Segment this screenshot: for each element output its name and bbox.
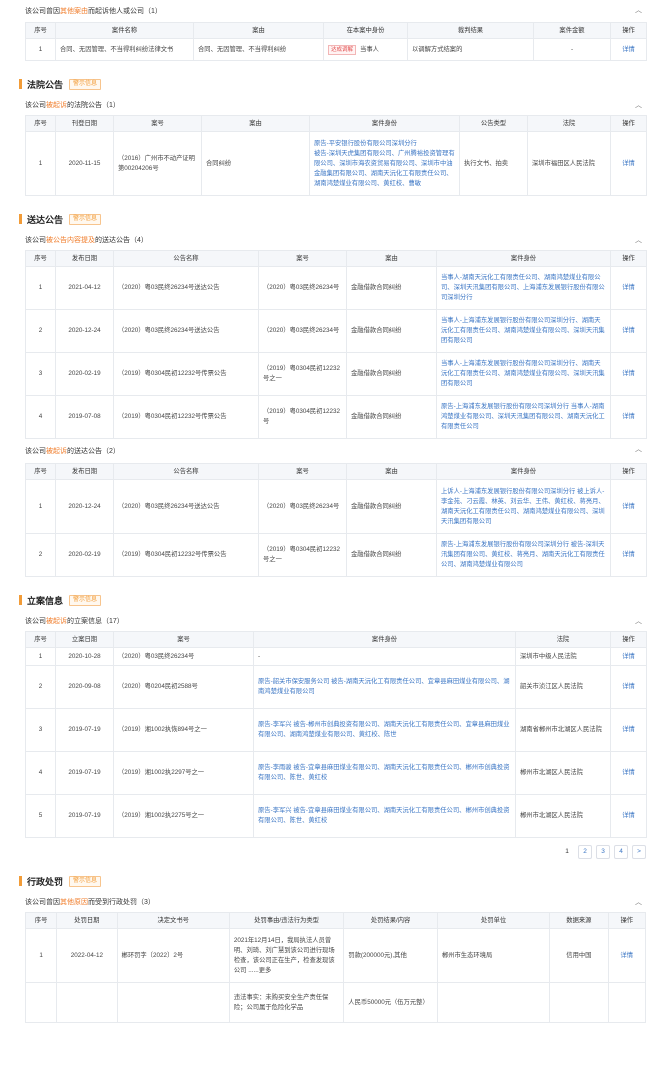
court-notice-table: 序号 刊登日期 案号 案由 案件身份 公告类型 法院 操作 1 2020-11-15 （201…: [25, 115, 647, 196]
detail-link[interactable]: 详情: [607, 928, 646, 983]
table-header-row: 序号 案件名称 案由 在本案中身份 裁判结果 案件金额 操作: [25, 22, 647, 39]
collapse-caret-icon[interactable]: ︿: [635, 5, 642, 15]
detail-link[interactable]: 详情: [610, 131, 647, 196]
table-header-row: 序号 立案日期 案号 案件身份 法院 操作: [25, 631, 647, 648]
table-row: 4 2019-07-08 （2019）粤0304民初12232号传票公告 （2019）…: [25, 395, 647, 439]
table-header-row: 序号 处罚日期 决定文书号 处罚事由/违法行为类型 处罚结果/内容 处罚单位 数据来源 操作: [24, 912, 646, 929]
filing-table: 序号 立案日期 案号 案件身份 法院 操作 1 2020-10-28 （2020）粤03民终2…: [25, 631, 647, 838]
pagination: 1 2 3 4 >: [0, 838, 660, 866]
detail-link[interactable]: 详情: [610, 665, 647, 709]
detail-link[interactable]: 详情: [610, 647, 647, 666]
warning-tag: 警示信息: [69, 213, 102, 225]
collapse-caret-icon[interactable]: ︿: [635, 616, 642, 626]
table-row: 1 2022-04-12 郴环罚字〔2022〕2号 2021年12月14日，我局执法人…: [24, 928, 646, 983]
table-row: 1 2020-10-28 （2020）粤03民终26234号 - 深圳市中级人民法院 详情: [25, 647, 647, 666]
section-admin-penalty: 行政处罚 警示信息: [0, 870, 660, 892]
admin-penalty-table: 序号 处罚日期 决定文书号 处罚事由/违法行为类型 处罚结果/内容 处罚单位 数据来源 操作 …: [24, 912, 646, 1023]
table-row: 2 2020-02-19 （2019）粤0304民初12232号传票公告 （2019）…: [25, 533, 647, 577]
detail-link[interactable]: 详情: [610, 794, 647, 838]
collapse-caret-icon[interactable]: ︿: [635, 444, 642, 454]
section-court-notice: 法院公告 警示信息: [0, 73, 660, 95]
warning-tag: 警示信息: [69, 594, 102, 606]
detail-link[interactable]: 详情: [610, 266, 647, 310]
warning-tag: 警示信息: [69, 78, 102, 90]
page: 该公司曾因 其他案由 而起诉他人或公司（1） ︿ 序号 案件名称 案由 在本案中身份 裁判结…: [0, 0, 660, 1023]
admin-penalty-subhead: 该公司曾因 其他原因 而受到行政处罚（3） ︿: [25, 897, 642, 907]
detail-link[interactable]: 详情: [610, 751, 647, 795]
detail-link[interactable]: 详情: [610, 395, 647, 439]
collapse-caret-icon[interactable]: ︿: [635, 100, 642, 110]
table-header-row: 序号 刊登日期 案号 案由 案件身份 公告类型 法院 操作: [25, 115, 647, 132]
detail-link[interactable]: 详情: [610, 533, 647, 577]
table-row: 1 2021-04-12 （2020）粤03民终26234号送达公告 （2020）粤0…: [25, 266, 647, 310]
detail-link[interactable]: 详情: [610, 708, 647, 752]
collapse-caret-icon[interactable]: ︿: [635, 235, 642, 245]
table-row: 1 合同、无因管理、不当得利纠纷法律文书 合同、无因管理、不当得利纠纷 达成调解…: [25, 38, 647, 61]
detail-link[interactable]: 详情: [610, 479, 647, 534]
section-filing: 立案信息 警示信息: [0, 589, 660, 611]
table-row: 3 2020-02-19 （2019）粤0304民初12232号传票公告 （2019）…: [25, 352, 647, 396]
detail-link[interactable]: 详情: [610, 38, 647, 61]
page-1[interactable]: 1: [560, 845, 574, 859]
table-row: 5 2019-07-19 （2019）湘1002执2275号之一 原告-李军兴 被告-…: [25, 794, 647, 838]
table-row: 3 2019-07-19 （2019）湘1002执恢894号之一 原告-李军兴 被告-…: [25, 708, 647, 752]
table-header-row: 序号 发布日期 公告名称 案号 案由 案件身份 操作: [25, 463, 647, 480]
service-notice-subhead-2: 该公司 被起诉 的送达公告（2） ︿: [25, 444, 642, 455]
service-notice-subhead-1: 该公司 被公告内容提及 的送达公告（4） ︿: [25, 235, 642, 245]
page-4[interactable]: 4: [614, 845, 628, 859]
detail-link[interactable]: 详情: [610, 309, 647, 353]
section-service-notice: 送达公告 警示信息: [0, 208, 660, 230]
filing-subhead: 该公司 被起诉 的立案信息（17） ︿: [25, 616, 642, 626]
court-notice-subhead: 该公司 被起诉 的法院公告（1） ︿: [25, 100, 642, 110]
table-row: 4 2019-07-19 （2019）湘1002执2297号之一 原告-李雨骏 被告-…: [25, 751, 647, 795]
table-row: 违法事实：未购买安全生产责任保险；公司属于危险化学品 人民币50000元（伍万元整…: [24, 982, 646, 1023]
table-row: 2 2020-09-08 （2020）粤0204民初2588号 原告-韶关市保安服务公…: [25, 665, 647, 709]
service-notice-table-2: 序号 发布日期 公告名称 案号 案由 案件身份 操作 1 2020-12-24 （2020）粤0…: [25, 463, 647, 577]
warning-tag: 警示信息: [69, 875, 102, 887]
next-page-icon[interactable]: >: [632, 845, 646, 859]
detail-link[interactable]: 详情: [610, 352, 647, 396]
table-header-row: 序号 发布日期 公告名称 案号 案由 案件身份 操作: [25, 250, 647, 267]
page-3[interactable]: 3: [596, 845, 610, 859]
table-row: 1 2020-12-24 （2020）粤03民终26234号送达公告 （2020）粤0…: [25, 479, 647, 534]
lawsuit-others-subhead: 该公司曾因 其他案由 而起诉他人或公司（1） ︿: [25, 5, 642, 15]
lawsuit-others-table: 序号 案件名称 案由 在本案中身份 裁判结果 案件金额 操作 1 合同、无因管理、不当得利纠…: [25, 22, 647, 61]
table-row: 2 2020-12-24 （2020）粤03民终26234号送达公告 （2020）粤0…: [25, 309, 647, 353]
service-notice-table-1: 序号 发布日期 公告名称 案号 案由 案件身份 操作 1 2021-04-12 （2020）粤0…: [25, 250, 647, 439]
collapse-caret-icon[interactable]: ︿: [635, 897, 642, 907]
page-2[interactable]: 2: [578, 845, 592, 859]
status-badge: 达成调解: [328, 44, 357, 55]
table-row: 1 2020-11-15 （2016）广州市不动产证明第00204206号 合同…: [25, 131, 647, 196]
